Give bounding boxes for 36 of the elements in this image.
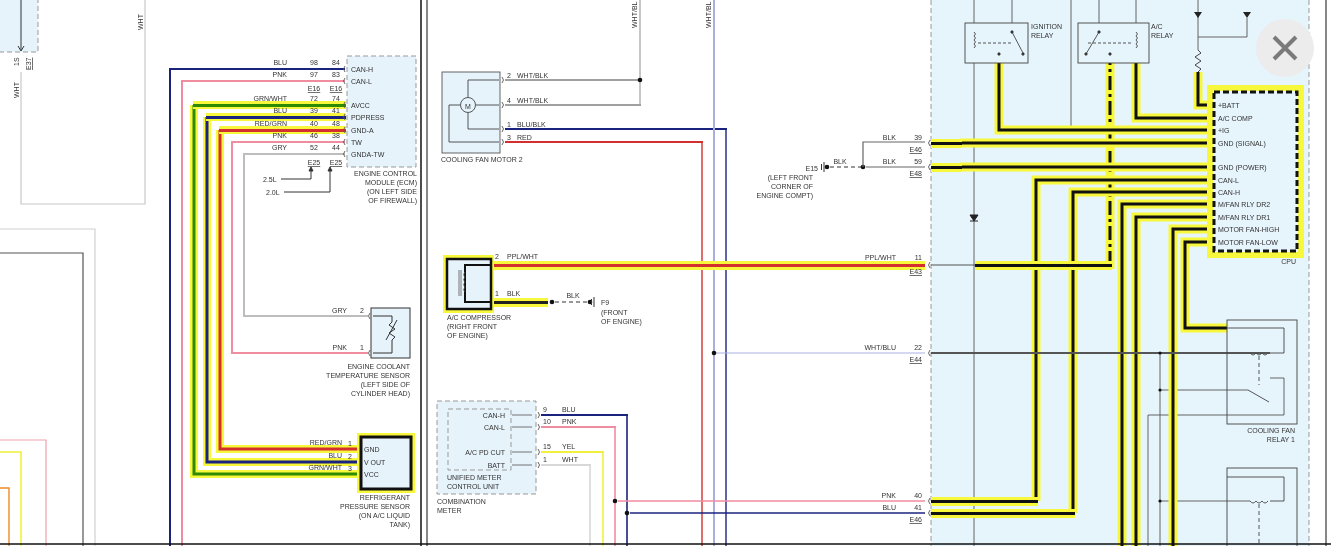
junction-dot [1158, 351, 1162, 355]
wire [1135, 0, 1137, 24]
arrow-icon [1194, 12, 1202, 18]
junction-dot [860, 164, 866, 170]
resistor-icon [372, 315, 398, 354]
junction-dot [624, 510, 630, 516]
signal-line [511, 414, 533, 416]
relay-box [964, 22, 1029, 64]
signal-line [511, 464, 533, 466]
arrow-icon [17, 0, 25, 52]
junction-dot [612, 498, 618, 504]
junction-dot [549, 299, 555, 305]
diode-icon [969, 214, 979, 222]
wire [554, 301, 590, 303]
junction-dot [587, 299, 593, 305]
ground-icon [821, 161, 825, 173]
coil-icon [458, 269, 466, 297]
close-button[interactable] [1256, 19, 1314, 77]
signal-line [511, 426, 533, 428]
sensor-box [370, 307, 411, 359]
junction-dot [637, 77, 643, 83]
connector-icon [368, 349, 371, 357]
arrow-icon [1243, 12, 1251, 18]
connector-icon [368, 312, 371, 320]
junction-dot [1158, 499, 1162, 503]
junction-dot [1158, 388, 1162, 392]
ground-icon [591, 296, 595, 308]
junction-dot [824, 164, 830, 170]
module-box [0, 0, 39, 53]
resistor-icon [1194, 49, 1202, 73]
connector-icon [928, 139, 931, 147]
junction-dot [711, 350, 717, 356]
connector-icon [928, 163, 931, 171]
signal-line [511, 451, 533, 453]
connector-icon [928, 261, 931, 269]
connector-icon [928, 349, 931, 357]
